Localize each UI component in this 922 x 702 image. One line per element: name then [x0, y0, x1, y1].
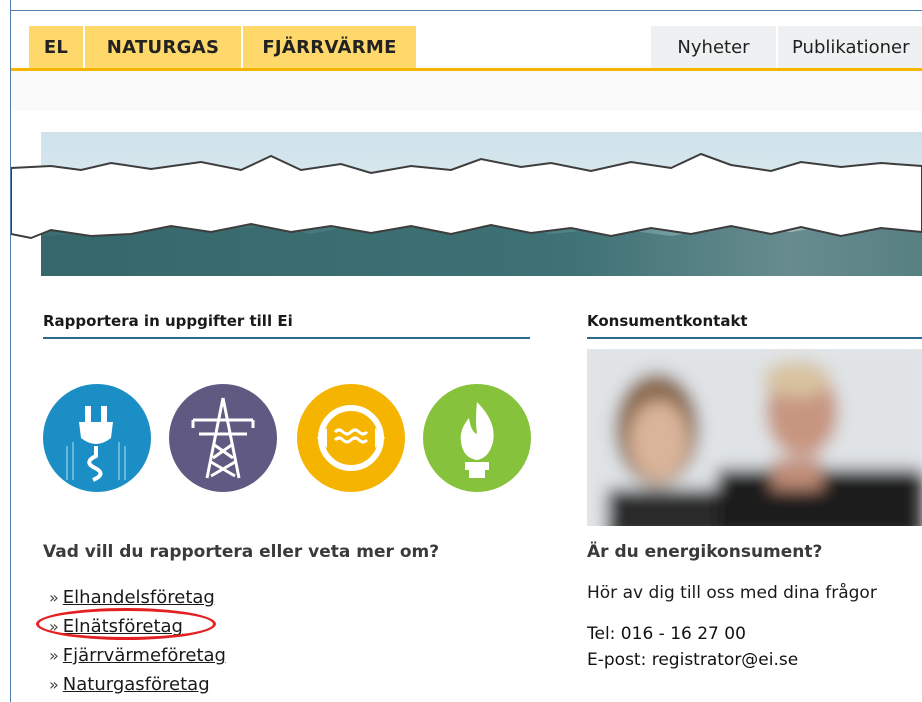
nav-link-nyheter[interactable]: Nyheter: [651, 26, 776, 68]
gas-flame-icon[interactable]: [423, 384, 531, 492]
nav-link-publikationer[interactable]: Publikationer: [778, 26, 922, 68]
plug-icon[interactable]: [43, 384, 151, 492]
consumer-contact-photo: [587, 349, 922, 526]
sub-nav-bar: [11, 71, 922, 111]
consumer-section-rule: [587, 337, 922, 339]
email-label: E-post:: [587, 650, 652, 670]
district-heating-icon[interactable]: [297, 384, 405, 492]
link-label[interactable]: Naturgasföretag: [63, 674, 210, 695]
raquo-glyph: »: [49, 646, 59, 665]
raquo-glyph: »: [49, 588, 59, 607]
report-section-rule: [43, 337, 530, 339]
top-navigation: EL NATURGAS FJÄRRVÄRME Nyheter Publikati…: [11, 11, 922, 111]
link-fjarrvarmeforetag[interactable]: » Fjärrvärmeföretag: [49, 641, 226, 670]
raquo-glyph: »: [49, 675, 59, 694]
tab-fjarrvarme[interactable]: FJÄRRVÄRME: [243, 26, 416, 68]
email-link[interactable]: registrator@ei.se: [652, 650, 798, 670]
power-tower-icon[interactable]: [169, 384, 277, 492]
consumer-section-title: Konsumentkontakt: [587, 312, 748, 330]
report-link-list: » Elhandelsföretag » Elnätsföretag » Fjä…: [49, 583, 226, 699]
tab-el[interactable]: EL: [29, 26, 83, 68]
consumer-email: E-post: registrator@ei.se: [587, 650, 798, 670]
tab-naturgas[interactable]: NATURGAS: [85, 26, 241, 68]
link-label[interactable]: Elhandelsföretag: [63, 587, 215, 608]
hero-banner: [11, 126, 922, 276]
link-naturgasforetag[interactable]: » Naturgasföretag: [49, 670, 226, 699]
report-question: Vad vill du rapportera eller veta mer om…: [43, 542, 440, 562]
highlight-annotation-ellipse: [36, 608, 216, 640]
consumer-phone: Tel: 016 - 16 27 00: [587, 624, 746, 644]
consumer-question: Är du energikonsument?: [587, 542, 823, 562]
link-label[interactable]: Fjärrvärmeföretag: [63, 645, 226, 666]
consumer-text: Hör av dig till oss med dina frågor: [587, 583, 877, 603]
report-section-title: Rapportera in uppgifter till Ei: [43, 312, 293, 330]
